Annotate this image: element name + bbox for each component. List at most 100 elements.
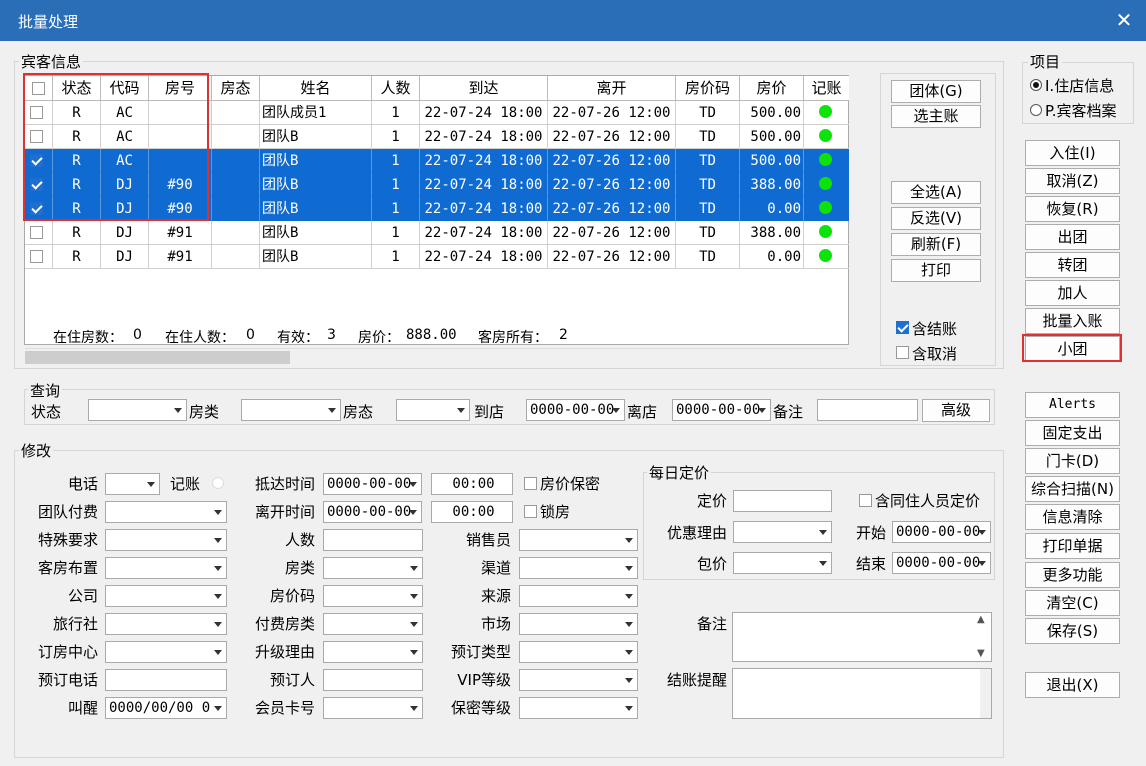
rate-code-select[interactable] xyxy=(323,585,423,607)
radio-guest-profile[interactable] xyxy=(1030,104,1042,116)
query-status-select[interactable] xyxy=(88,399,187,421)
row-checkbox[interactable] xyxy=(30,250,43,263)
vip-select[interactable] xyxy=(519,669,638,691)
action-button[interactable]: 门卡(D) xyxy=(1025,448,1120,474)
column-header[interactable]: 房价码 xyxy=(676,76,740,101)
wake-select[interactable]: 0000/00/00 0 xyxy=(105,697,227,719)
arrive-date-select[interactable]: 0000-00-00 xyxy=(323,473,422,495)
cell-rate: 0.00 xyxy=(740,245,804,269)
people-input[interactable] xyxy=(323,529,423,551)
room-layout-select[interactable] xyxy=(105,557,227,579)
cell-room-state xyxy=(212,173,260,197)
select-all-button[interactable]: 全选(A) xyxy=(891,181,981,204)
column-header[interactable]: 人数 xyxy=(372,76,420,101)
phone-select[interactable] xyxy=(105,473,160,495)
market-select[interactable] xyxy=(519,613,638,635)
action-button[interactable]: 信息清除 xyxy=(1025,504,1120,530)
salesman-select[interactable] xyxy=(519,529,638,551)
advanced-button[interactable]: 高级 xyxy=(922,399,990,422)
action-button[interactable]: 入住(I) xyxy=(1025,140,1120,166)
action-button[interactable]: 固定支出 xyxy=(1025,420,1120,446)
room-type-select[interactable] xyxy=(323,557,423,579)
print-button[interactable]: 打印 xyxy=(891,259,981,282)
salesman-label: 销售员 xyxy=(465,531,511,549)
column-header[interactable]: 记账 xyxy=(804,76,850,101)
cell-name: 团队成员1 xyxy=(260,101,372,125)
query-note-input[interactable] xyxy=(817,399,918,421)
radio-stay-info[interactable] xyxy=(1030,79,1042,91)
column-header[interactable]: 离开 xyxy=(548,76,676,101)
action-button[interactable]: 恢复(R) xyxy=(1025,196,1120,222)
remark-label: 备注 xyxy=(696,615,727,633)
exit-button[interactable]: 退出(X) xyxy=(1025,672,1120,698)
action-button[interactable]: 综合扫描(N) xyxy=(1025,476,1120,502)
action-button[interactable]: 出团 xyxy=(1025,224,1120,250)
invert-select-button[interactable]: 反选(V) xyxy=(891,207,981,230)
remark-scroll-down-icon[interactable]: ▼ xyxy=(977,648,985,659)
column-header[interactable]: 姓名 xyxy=(260,76,372,101)
source-select[interactable] xyxy=(519,585,638,607)
vertical-scrollbar[interactable] xyxy=(849,75,866,348)
cell-leave: 22-07-26 12:00 xyxy=(548,101,676,125)
table-row[interactable]: R DJ #91 团队B 1 22-07-24 18:00 22-07-26 12:00 TD… xyxy=(25,221,850,245)
include-settled-checkbox[interactable] xyxy=(896,321,909,334)
query-room-type-select[interactable] xyxy=(241,399,341,421)
include-cancel-checkbox[interactable] xyxy=(896,346,909,359)
radio-stay-info-label[interactable]: I.住店信息 xyxy=(1045,75,1114,96)
column-header[interactable]: 房态 xyxy=(212,76,260,101)
cell-name: 团队B xyxy=(260,125,372,149)
action-button[interactable]: 转团 xyxy=(1025,252,1120,278)
arrive-time-input[interactable]: 00:00 xyxy=(431,473,513,495)
special-select[interactable] xyxy=(105,529,227,551)
action-button[interactable]: 取消(Z) xyxy=(1025,168,1120,194)
bookkeep-status-icon xyxy=(819,249,832,262)
horizontal-scrollbar[interactable] xyxy=(25,348,848,365)
row-checkbox-cell[interactable] xyxy=(25,221,53,245)
team-pay-select[interactable] xyxy=(105,501,227,523)
checkout-remind-textarea[interactable] xyxy=(732,668,992,719)
booker-input[interactable] xyxy=(323,669,423,691)
agency-select[interactable] xyxy=(105,613,227,635)
query-room-state-select[interactable] xyxy=(396,399,470,421)
action-button[interactable]: 更多功能 xyxy=(1025,562,1120,588)
bookkeep-radio[interactable] xyxy=(212,477,224,489)
channel-select[interactable] xyxy=(519,557,638,579)
horizontal-scroll-thumb[interactable] xyxy=(25,351,290,364)
table-row[interactable]: R DJ #91 团队B 1 22-07-24 18:00 22-07-26 12:00 TD… xyxy=(25,245,850,269)
main-account-button[interactable]: 选主账 xyxy=(891,105,981,128)
column-header[interactable]: 房价 xyxy=(740,76,804,101)
company-select[interactable] xyxy=(105,585,227,607)
action-button[interactable]: 加人 xyxy=(1025,280,1120,306)
remark-textarea[interactable] xyxy=(732,612,992,662)
remark-scroll-up-icon[interactable]: ▲ xyxy=(977,614,985,625)
action-button[interactable]: 保存(S) xyxy=(1025,618,1120,644)
bookkeep-cell xyxy=(804,149,850,173)
member-card-select[interactable] xyxy=(323,697,423,719)
secret-level-select[interactable] xyxy=(519,697,638,719)
checkout-remind-scrollbar[interactable] xyxy=(980,669,991,718)
cell-people: 1 xyxy=(372,101,420,125)
leave-time-input[interactable]: 00:00 xyxy=(431,501,513,523)
action-button[interactable]: 批量入账 xyxy=(1025,308,1120,334)
row-checkbox[interactable] xyxy=(30,226,43,239)
action-button[interactable]: 打印单据 xyxy=(1025,533,1120,559)
action-button[interactable]: Alerts xyxy=(1025,392,1120,418)
upgrade-reason-select[interactable] xyxy=(323,641,423,663)
booking-phone-input[interactable] xyxy=(105,669,227,691)
pay-room-type-select[interactable] xyxy=(323,613,423,635)
lock-room-checkbox[interactable] xyxy=(524,505,537,518)
action-button[interactable]: 清空(C) xyxy=(1025,590,1120,616)
row-checkbox-cell[interactable] xyxy=(25,245,53,269)
group-button[interactable]: 团体(G) xyxy=(891,80,981,103)
radio-guest-profile-label[interactable]: P.宾客档案 xyxy=(1045,100,1116,121)
refresh-button[interactable]: 刷新(F) xyxy=(891,233,981,256)
booking-center-select[interactable] xyxy=(105,641,227,663)
column-header[interactable]: 到达 xyxy=(420,76,548,101)
cell-rate: 500.00 xyxy=(740,101,804,125)
booking-type-select[interactable] xyxy=(519,641,638,663)
leave-date-select[interactable]: 0000-00-00 xyxy=(323,501,422,523)
price-secret-checkbox[interactable] xyxy=(524,477,537,490)
close-icon[interactable]: ✕ xyxy=(1110,6,1138,34)
query-leave-date[interactable]: 0000-00-00 xyxy=(672,399,771,421)
query-arrive-date[interactable]: 0000-00-00 xyxy=(526,399,625,421)
